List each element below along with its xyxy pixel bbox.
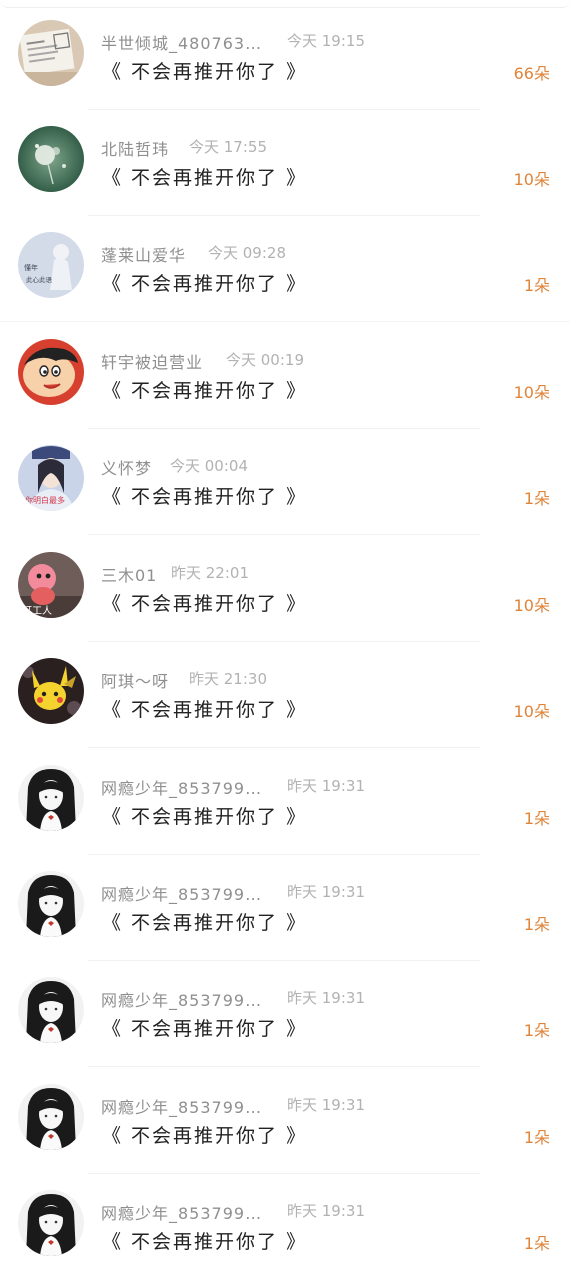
sender-meta: 北陆哲玮 今天 17:55 (101, 136, 267, 160)
svg-text:懂年: 懂年 (24, 263, 38, 272)
sender-meta: 阿琪～呀 昨天 21:30 (101, 668, 267, 692)
list-item[interactable]: 懂年 此心此语 蓬莱山爱华 今天 09:28 《 不会再推开你了 》 1朵 (0, 212, 570, 322)
list-item[interactable]: 网瘾少年_853799… 昨天 19:31 《 不会再推开你了 》 1朵 (0, 1064, 570, 1174)
sender-name[interactable]: 网瘾少年_853799… (101, 775, 262, 799)
svg-text:此心此语: 此心此语 (26, 275, 53, 284)
flower-count: 1朵 (523, 915, 550, 934)
send-time: 今天 00:04 (170, 457, 248, 475)
cartoon-boy-avatar-icon[interactable] (18, 339, 84, 405)
sender-name[interactable]: 义怀梦 (101, 455, 152, 479)
sender-name[interactable]: 阿琪～呀 (101, 668, 169, 692)
flower-count: 1朵 (523, 1128, 550, 1147)
flower-count: 1朵 (523, 809, 550, 828)
svg-text:你明白最多: 你明白最多 (25, 495, 65, 505)
send-time: 昨天 19:31 (287, 883, 365, 901)
flower-count: 1朵 (523, 1234, 550, 1253)
send-time: 今天 00:19 (226, 351, 304, 369)
flower-count: 10朵 (513, 596, 550, 615)
sender-meta: 蓬莱山爱华 今天 09:28 (101, 242, 286, 266)
girl-text-avatar-icon[interactable]: 懂年 此心此语 (18, 232, 84, 298)
send-time: 昨天 19:31 (287, 989, 365, 1007)
send-time: 今天 19:15 (287, 32, 365, 50)
list-item[interactable]: 网瘾少年_853799… 昨天 19:31 《 不会再推开你了 》 1朵 (0, 745, 570, 855)
sender-name[interactable]: 蓬莱山爱华 (101, 242, 186, 266)
sender-meta: 网瘾少年_853799… 昨天 19:31 (101, 1200, 365, 1224)
sender-meta: 三木01 昨天 22:01 (101, 562, 249, 586)
message-text: 《 不会再推开你了 》 (102, 273, 308, 295)
message-text: 《 不会再推开你了 》 (102, 486, 308, 508)
sender-name[interactable]: 网瘾少年_853799… (101, 881, 262, 905)
sender-meta: 网瘾少年_853799… 昨天 19:31 (101, 775, 365, 799)
sender-meta: 轩宇被迫营业 今天 00:19 (101, 349, 304, 373)
flower-count: 1朵 (523, 1021, 550, 1040)
sender-name[interactable]: 轩宇被迫营业 (101, 349, 203, 373)
list-item[interactable]: 网瘾少年_853799… 昨天 19:31 《 不会再推开你了 》 1朵 (0, 957, 570, 1067)
anime-girl-avatar-icon[interactable] (18, 765, 84, 831)
list-item[interactable]: 网瘾少年_853799… 昨天 19:31 《 不会再推开你了 》 1朵 (0, 851, 570, 961)
sender-name[interactable]: 网瘾少年_853799… (101, 1094, 262, 1118)
anime-girl-avatar-icon[interactable] (18, 871, 84, 937)
list-item[interactable]: 半世倾城_480763… 今天 19:15 《 不会再推开你了 》 66朵 (0, 0, 570, 110)
list-item[interactable]: 打工人 三木01 昨天 22:01 《 不会再推开你了 》 10朵 (0, 532, 570, 642)
sender-name[interactable]: 三木01 (101, 562, 157, 586)
anime-girl-avatar-icon[interactable] (18, 1190, 84, 1256)
svg-text:打工人: 打工人 (22, 604, 52, 617)
dandelion-avatar-icon[interactable] (18, 126, 84, 192)
list-item[interactable]: 轩宇被迫营业 今天 00:19 《 不会再推开你了 》 10朵 (0, 319, 570, 429)
sender-name[interactable]: 半世倾城_480763… (101, 30, 262, 54)
costume-girl-avatar-icon[interactable]: 你明白最多 (18, 445, 84, 511)
send-time: 昨天 21:30 (189, 670, 267, 688)
list-item[interactable]: 北陆哲玮 今天 17:55 《 不会再推开你了 》 10朵 (0, 106, 570, 216)
newspaper-avatar-icon[interactable] (18, 20, 84, 86)
message-text: 《 不会再推开你了 》 (102, 806, 308, 828)
list-item[interactable]: 阿琪～呀 昨天 21:30 《 不会再推开你了 》 10朵 (0, 638, 570, 748)
message-text: 《 不会再推开你了 》 (102, 380, 308, 402)
message-text: 《 不会再推开你了 》 (102, 1125, 308, 1147)
flower-count: 1朵 (523, 489, 550, 508)
send-time: 昨天 19:31 (287, 1096, 365, 1114)
anime-girl-avatar-icon[interactable] (18, 1084, 84, 1150)
sender-meta: 网瘾少年_853799… 昨天 19:31 (101, 987, 365, 1011)
pink-toy-avatar-icon[interactable]: 打工人 (18, 552, 84, 618)
list-item[interactable]: 网瘾少年_853799… 昨天 19:31 《 不会再推开你了 》 1朵 (0, 1170, 570, 1276)
send-time: 昨天 19:31 (287, 1202, 365, 1220)
send-time: 昨天 22:01 (171, 564, 249, 582)
send-time: 昨天 19:31 (287, 777, 365, 795)
message-list-page: 半世倾城_480763… 今天 19:15 《 不会再推开你了 》 66朵 北陆… (0, 0, 570, 1280)
sender-meta: 半世倾城_480763… 今天 19:15 (101, 30, 365, 54)
message-text: 《 不会再推开你了 》 (102, 61, 308, 83)
send-time: 今天 09:28 (208, 244, 286, 262)
pikachu-avatar-icon[interactable] (18, 658, 84, 724)
flower-count: 10朵 (513, 383, 550, 402)
list-item[interactable]: 你明白最多 义怀梦 今天 00:04 《 不会再推开你了 》 1朵 (0, 425, 570, 535)
sender-meta: 网瘾少年_853799… 昨天 19:31 (101, 881, 365, 905)
anime-girl-avatar-icon[interactable] (18, 977, 84, 1043)
sender-meta: 义怀梦 今天 00:04 (101, 455, 248, 479)
message-text: 《 不会再推开你了 》 (102, 593, 308, 615)
sender-name[interactable]: 网瘾少年_853799… (101, 1200, 262, 1224)
sender-meta: 网瘾少年_853799… 昨天 19:31 (101, 1094, 365, 1118)
flower-count: 66朵 (513, 64, 550, 83)
sender-name[interactable]: 北陆哲玮 (101, 136, 169, 160)
message-text: 《 不会再推开你了 》 (102, 1231, 308, 1253)
send-time: 今天 17:55 (189, 138, 267, 156)
message-text: 《 不会再推开你了 》 (102, 167, 308, 189)
flower-count: 10朵 (513, 702, 550, 721)
message-text: 《 不会再推开你了 》 (102, 1018, 308, 1040)
flower-count: 1朵 (523, 276, 550, 295)
flower-count: 10朵 (513, 170, 550, 189)
sender-name[interactable]: 网瘾少年_853799… (101, 987, 262, 1011)
message-text: 《 不会再推开你了 》 (102, 912, 308, 934)
message-text: 《 不会再推开你了 》 (102, 699, 308, 721)
